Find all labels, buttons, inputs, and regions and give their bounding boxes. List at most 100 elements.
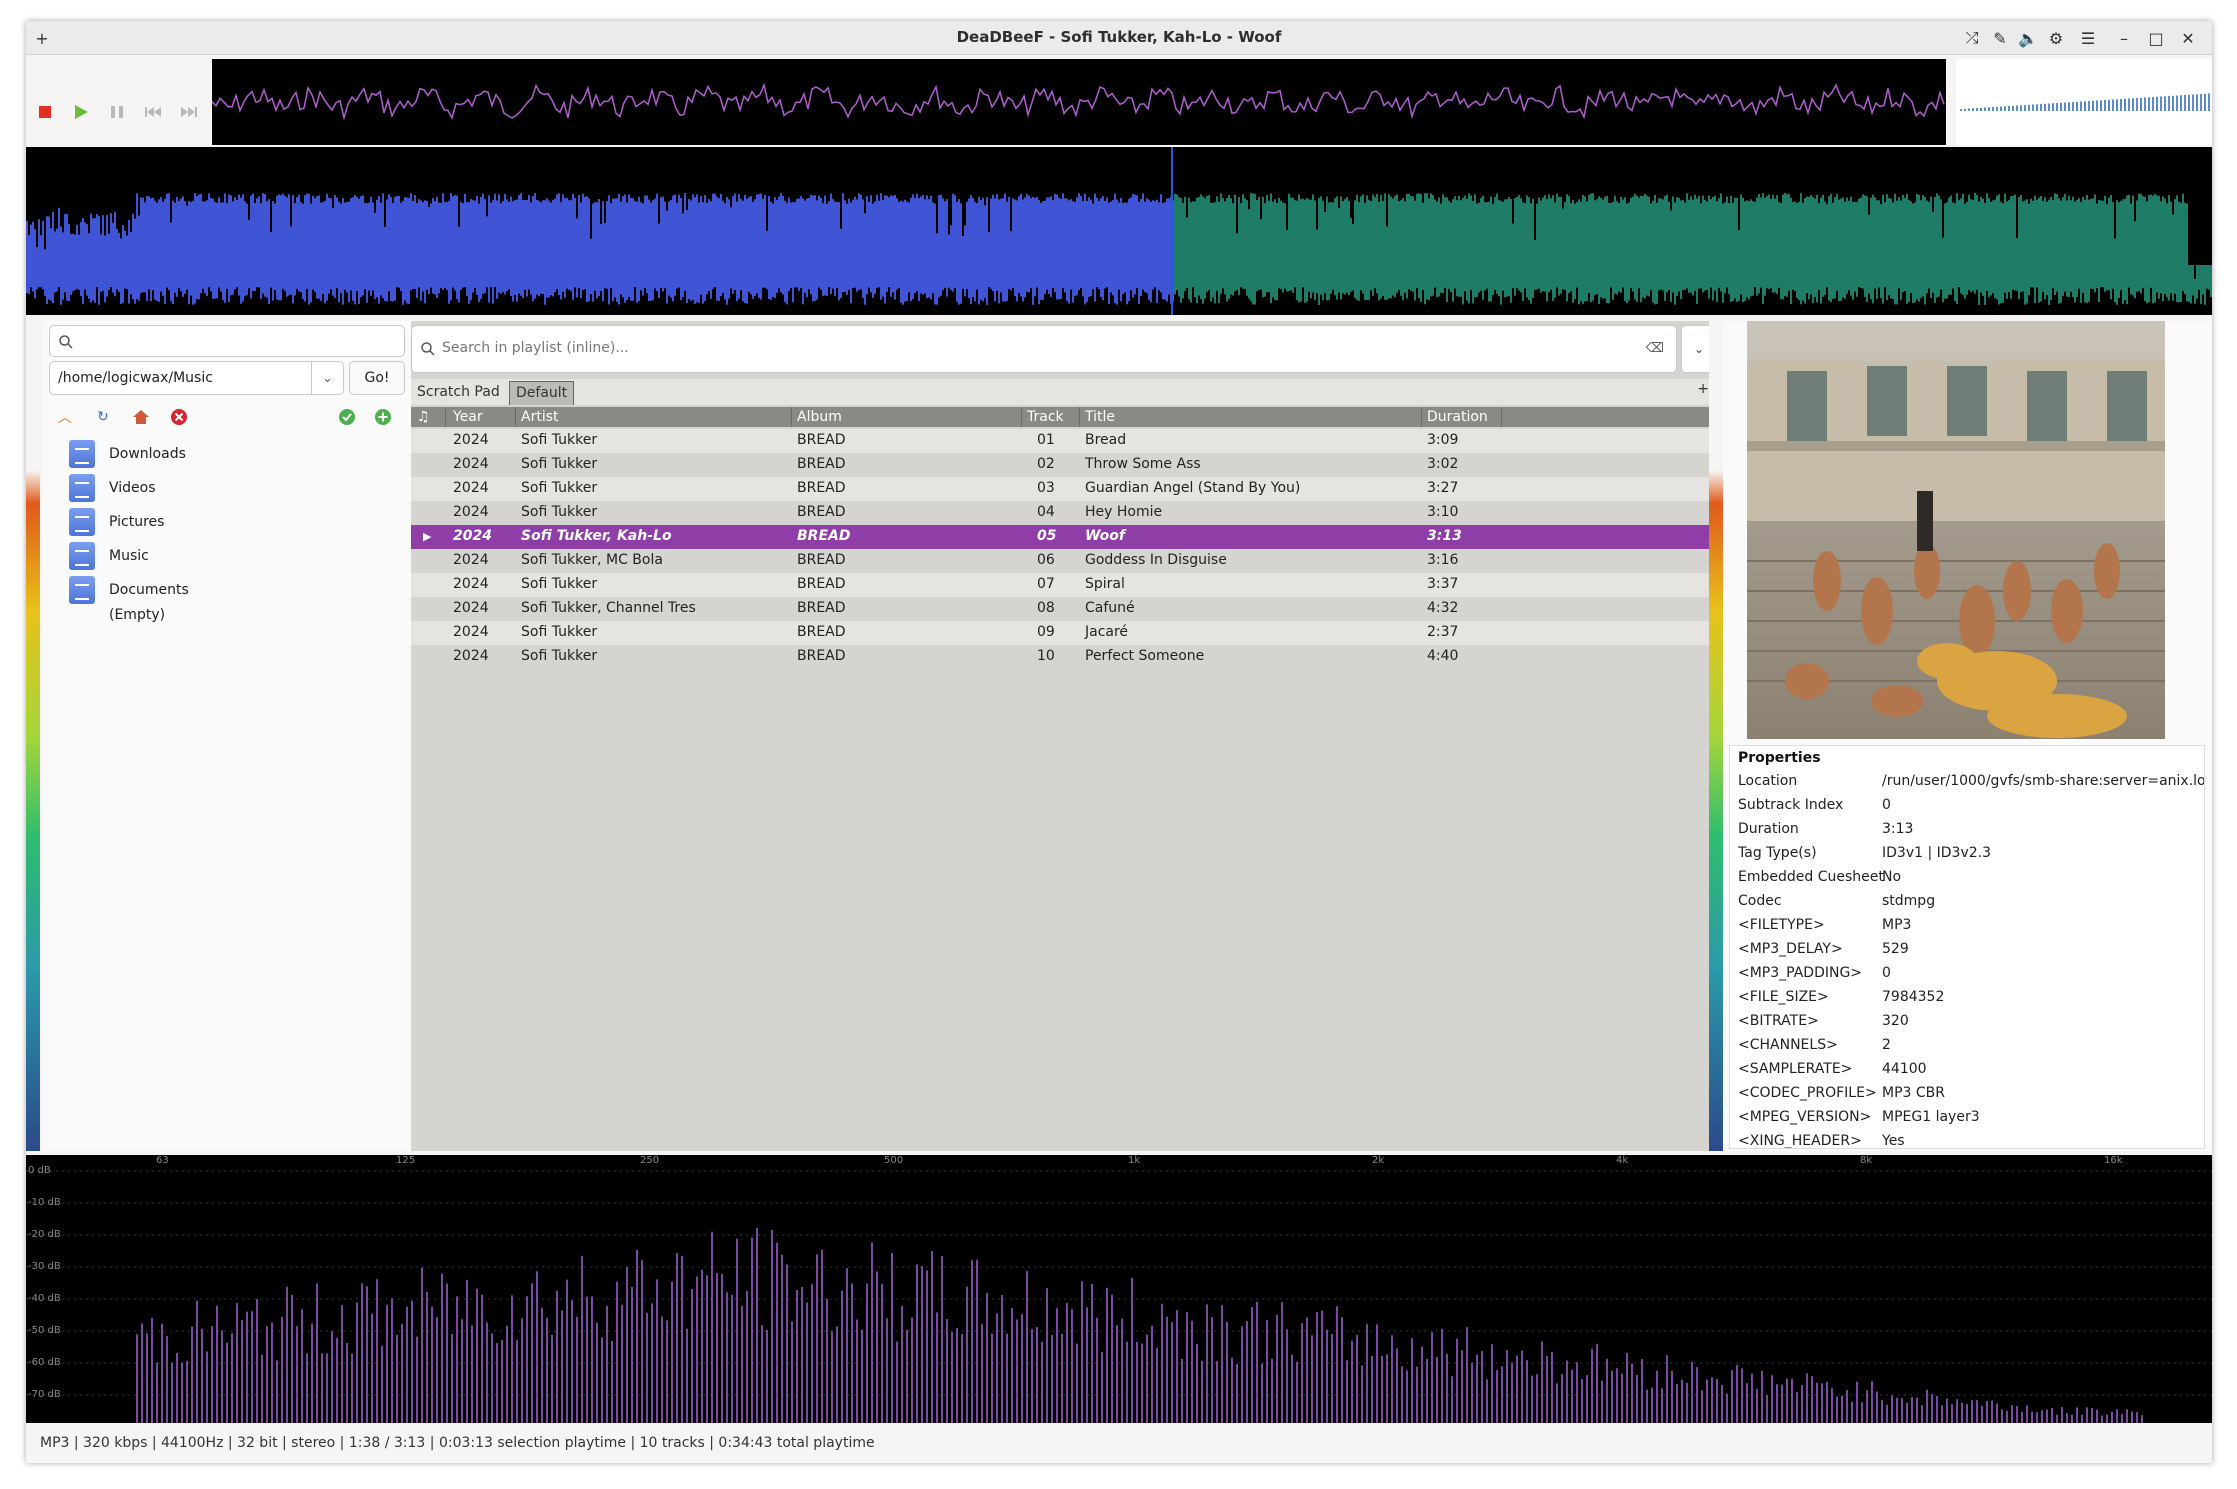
cell-year: 2024	[453, 600, 489, 616]
playlist-row[interactable]: 2024 Sofi Tukker, Channel Tres BREAD 08 Cafu…	[411, 597, 1717, 621]
playlist-row[interactable]: 2024 Sofi Tukker, MC Bola BREAD 06 Goddess I…	[411, 549, 1717, 573]
db-label: -50 dB	[28, 1325, 61, 1336]
home-icon[interactable]	[131, 407, 151, 427]
property-value: ID3v1 | ID3v2.3	[1882, 845, 1991, 861]
next-button[interactable]	[178, 101, 200, 123]
cell-track: 01	[1037, 432, 1055, 448]
folder-videos[interactable]: Videos	[69, 473, 156, 503]
cell-title: Perfect Someone	[1085, 648, 1205, 664]
cell-artist: Sofi Tukker	[521, 624, 598, 640]
search-placeholder: Search in playlist (inline)...	[442, 340, 629, 356]
add-tab-button[interactable]: +	[1697, 381, 1709, 397]
col-album[interactable]: Album	[797, 409, 842, 425]
cell-album: BREAD	[797, 624, 846, 640]
col-artist[interactable]: Artist	[521, 409, 559, 425]
menu-icon[interactable]: ☰	[2076, 26, 2100, 50]
cell-duration: 4:32	[1427, 600, 1459, 616]
folder-music[interactable]: Music	[69, 541, 149, 571]
stop-button[interactable]	[34, 101, 56, 123]
col-track[interactable]: Track	[1027, 409, 1064, 425]
cell-artist: Sofi Tukker, Kah-Lo	[521, 528, 672, 544]
cell-album: BREAD	[797, 600, 846, 616]
refresh-icon[interactable]: ↻	[93, 407, 113, 427]
playlist-row[interactable]: 2024 Sofi Tukker BREAD 07 Spiral 3:37	[411, 573, 1717, 597]
cell-album: BREAD	[797, 648, 846, 664]
property-value: MP3 CBR	[1882, 1085, 1945, 1101]
chevron-down-icon[interactable]: ⌄	[311, 362, 343, 394]
db-label: -20 dB	[28, 1229, 61, 1240]
tab-scratch-pad[interactable]: Scratch Pad	[411, 381, 506, 405]
path-input[interactable]: /home/logicwax/Music ⌄	[49, 361, 344, 395]
playlist-row[interactable]: 2024 Sofi Tukker BREAD 10 Perfect Someone 4:4…	[411, 645, 1717, 669]
settings-icon[interactable]: ⚙	[2044, 26, 2068, 50]
playlist-row[interactable]: ▶ 2024 Sofi Tukker, Kah-Lo BREAD 05 Woof 3:13	[411, 525, 1717, 549]
freq-label: 4k	[1616, 1155, 1629, 1166]
file-browser: /home/logicwax/Music ⌄ Go! ︿ ↻ Downloads	[43, 321, 429, 1151]
cell-duration: 3:27	[1427, 480, 1459, 496]
shuffle-icon[interactable]: ⤮	[1960, 26, 1984, 50]
freq-label: 63	[156, 1155, 169, 1166]
folder-documents[interactable]: Documents	[69, 575, 189, 605]
cell-title: Cafuné	[1085, 600, 1135, 616]
playlist-row[interactable]: 2024 Sofi Tukker BREAD 04 Hey Homie 3:10	[411, 501, 1717, 525]
property-value: stdmpg	[1882, 893, 1936, 909]
property-row: Location/run/user/1000/gvfs/smb-share:se…	[1730, 770, 2204, 794]
playlist-row[interactable]: 2024 Sofi Tukker BREAD 03 Guardian Angel (St…	[411, 477, 1717, 501]
property-row: <CODEC_PROFILE> MP3 CBR	[1730, 1082, 2204, 1106]
property-row: <BITRATE> 320	[1730, 1010, 2204, 1034]
folder-icon	[69, 440, 95, 468]
waveform-seekbar[interactable]	[26, 147, 2212, 315]
col-duration[interactable]: Duration	[1427, 409, 1488, 425]
property-row: <FILE_SIZE> 7984352	[1730, 986, 2204, 1010]
cell-artist: Sofi Tukker, Channel Tres	[521, 600, 696, 616]
playlist-search-input[interactable]: Search in playlist (inline)... ⌫	[411, 325, 1677, 373]
cancel-icon[interactable]	[169, 407, 189, 427]
cell-album: BREAD	[797, 528, 851, 544]
freq-label: 125	[396, 1155, 416, 1166]
previous-button[interactable]	[142, 101, 164, 123]
play-button[interactable]	[70, 101, 92, 123]
add-icon[interactable]	[373, 407, 393, 427]
path-value: /home/logicwax/Music	[58, 370, 213, 386]
clear-search-icon[interactable]: ⌫	[1646, 341, 1664, 356]
cell-title: Bread	[1085, 432, 1127, 448]
property-row: <CHANNELS> 2	[1730, 1034, 2204, 1058]
playlist-row[interactable]: 2024 Sofi Tukker BREAD 09 Jacaré 2:37	[411, 621, 1717, 645]
freq-label: 2k	[1372, 1155, 1385, 1166]
col-year[interactable]: Year	[453, 409, 483, 425]
cell-title: Goddess In Disguise	[1085, 552, 1227, 568]
property-row: <MP3_DELAY> 529	[1730, 938, 2204, 962]
cell-title: Throw Some Ass	[1085, 456, 1201, 472]
pause-button[interactable]	[106, 101, 128, 123]
cell-title: Hey Homie	[1085, 504, 1163, 520]
status-bar: MP3 | 320 kbps | 44100Hz | 32 bit | ster…	[26, 1423, 2212, 1463]
playlist-tabs: Scratch Pad Default +	[411, 379, 1717, 405]
properties-header: Properties	[1738, 750, 1821, 766]
minimize-icon[interactable]: –	[2112, 26, 2136, 50]
folder-pictures[interactable]: Pictures	[69, 507, 164, 537]
pen-icon[interactable]: ✎	[1988, 26, 2012, 50]
cell-duration: 3:10	[1427, 504, 1459, 520]
col-icon[interactable]: ♫	[417, 409, 430, 425]
property-key: Location	[1738, 773, 1798, 789]
maximize-icon[interactable]: □	[2144, 26, 2168, 50]
playlist-row[interactable]: 2024 Sofi Tukker BREAD 02 Throw Some Ass 3:02	[411, 453, 1717, 477]
playlist-row[interactable]: 2024 Sofi Tukker BREAD 01 Bread 3:09	[411, 429, 1717, 453]
go-button[interactable]: Go!	[349, 361, 405, 395]
column-header: ♫ Year Artist Album Track Title Duration	[411, 407, 1717, 427]
cell-duration: 2:37	[1427, 624, 1459, 640]
col-title[interactable]: Title	[1085, 409, 1115, 425]
album-art	[1747, 321, 2165, 739]
property-value: 0	[1882, 965, 1891, 981]
check-icon[interactable]	[337, 407, 357, 427]
tab-default[interactable]: Default	[509, 381, 575, 405]
cell-duration: 3:37	[1427, 576, 1459, 592]
cell-duration: 3:09	[1427, 432, 1459, 448]
close-icon[interactable]: ✕	[2176, 26, 2200, 50]
folder-downloads[interactable]: Downloads	[69, 439, 186, 469]
property-row: <FILETYPE> MP3	[1730, 914, 2204, 938]
volume-icon[interactable]: 🔈	[2016, 26, 2040, 50]
up-icon[interactable]: ︿	[55, 407, 75, 427]
file-search-input[interactable]	[49, 325, 405, 357]
db-label: -40 dB	[28, 1293, 61, 1304]
